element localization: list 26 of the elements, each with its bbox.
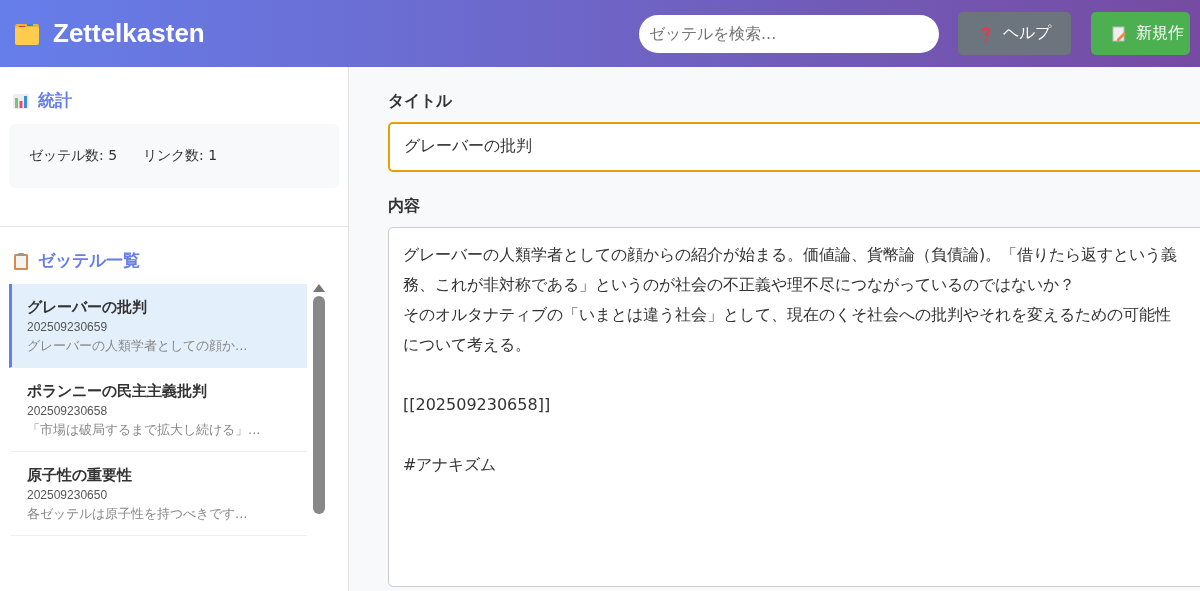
document-pencil-icon xyxy=(1111,25,1127,42)
scroll-up-arrow-icon[interactable] xyxy=(313,284,325,292)
note-list-item[interactable]: グレーバーの批判 202509230659 グレーバーの人類学者としての顔か... xyxy=(9,284,307,368)
content-field[interactable]: グレーバーの人類学者としての顔からの紹介が始まる。価値論、貨幣論（負債論)。「借りたら返すという義務、これが非対称である」というのが社会の不正義や理不尽につながっているのではないか？ そのオルタナティブの「いまとは違う社会」として、現在のくそ社会への批判やそれを変えるための可能性について考える。 [[202509230658]] #アナキズム xyxy=(388,227,1200,587)
note-preview: グレーバーの人類学者としての顔か... xyxy=(27,337,249,355)
clipboard-icon xyxy=(12,251,30,270)
stats-heading: 統計 xyxy=(38,89,72,112)
search-field[interactable]: ゼッテルを検索... xyxy=(639,14,939,53)
help-button[interactable]: ヘルプ xyxy=(958,12,1071,55)
note-preview: 「市場は破局するまで拡大し続ける」... xyxy=(27,421,262,439)
note-title: 原子性の重要性 xyxy=(27,466,133,485)
content-label: 内容 xyxy=(388,196,421,217)
bar-chart-icon xyxy=(12,91,30,110)
note-title: グレーバーの批判 xyxy=(27,298,148,317)
stat-text: リンク数: 1 xyxy=(143,147,218,165)
note-id: 202509230650 xyxy=(27,488,109,502)
app-title: Zettelkasten xyxy=(53,18,205,49)
note-id: 202509230659 xyxy=(27,320,109,334)
note-title: ポランニーの民主主義批判 xyxy=(27,382,208,401)
scrollbar-thumb[interactable] xyxy=(313,296,325,514)
note-list-heading: ゼッテル一覧 xyxy=(38,249,140,272)
title-field[interactable]: グレーバーの批判 xyxy=(388,122,1200,172)
note-preview: 各ゼッテルは原子性を持つべきです... xyxy=(27,505,249,523)
note-id: 202509230658 xyxy=(27,404,109,418)
title-label: タイトル xyxy=(388,91,453,112)
stat-text: ゼッテル数: 5 xyxy=(29,147,118,165)
